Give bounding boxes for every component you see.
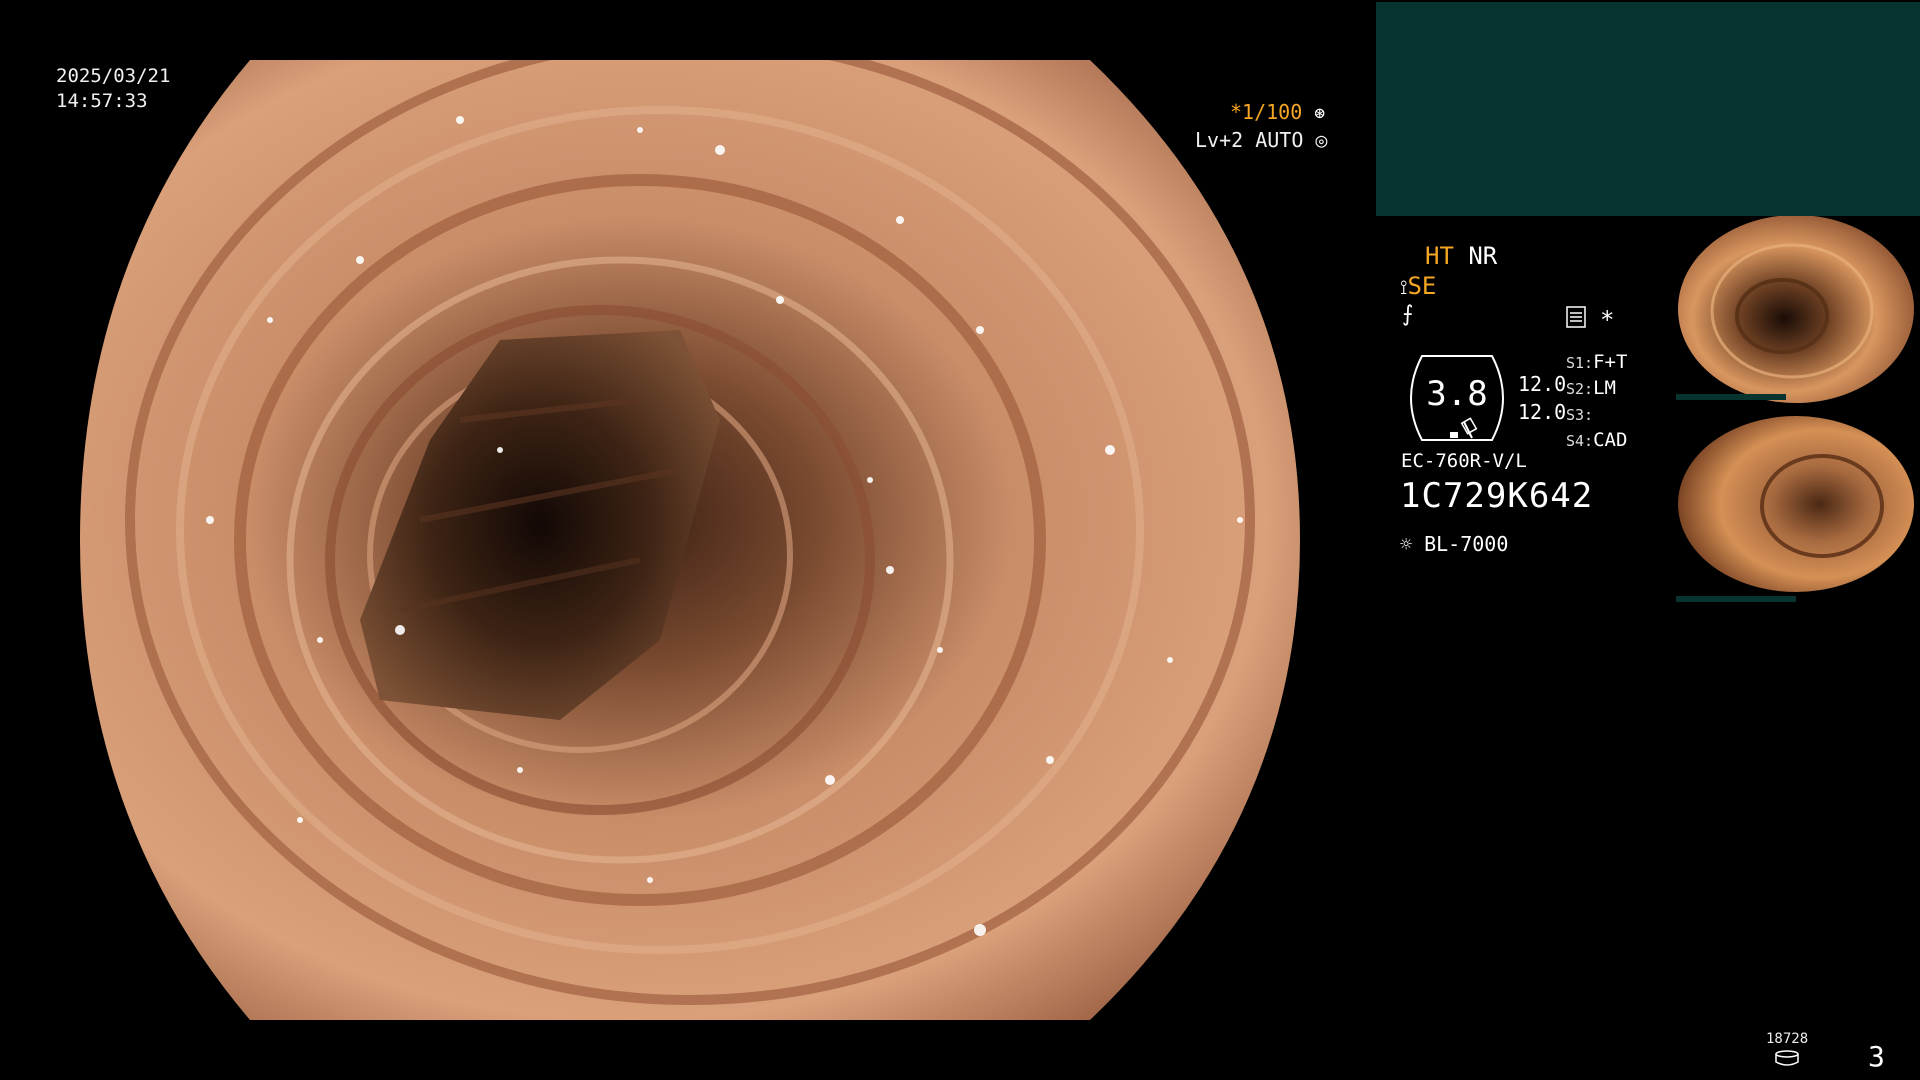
time-text: 14:57:33 <box>56 90 148 112</box>
freeze-icon: ⨍ <box>1402 302 1414 327</box>
timestamp: 2025/03/21 14:57:33 <box>56 64 170 114</box>
se-label: SE <box>1407 272 1437 300</box>
light-source-label: BL-7000 <box>1424 532 1509 556</box>
slot-2: S2:LM <box>1566 377 1616 399</box>
slot-3: S3: <box>1566 406 1594 424</box>
asterisk-marker: * <box>1600 306 1615 334</box>
shutter-speed: *1/100 ⊛ <box>1230 100 1325 124</box>
info-panel-background <box>1376 2 1920 216</box>
menu-card-icon <box>1566 306 1586 332</box>
gauge-value: 3.8 <box>1426 374 1488 414</box>
slot-1: S1:F+T <box>1566 351 1628 373</box>
nr-label: NR <box>1468 242 1498 270</box>
light-bulb-icon: ☼ <box>1400 532 1413 556</box>
page-number: 3 <box>1868 1040 1885 1073</box>
gauge-upper: 12.0 <box>1518 372 1567 396</box>
mode-se: ⟟SE <box>1400 272 1436 300</box>
shutter-text: *1/100 <box>1230 100 1303 124</box>
colon-lumen-image <box>80 60 1300 1020</box>
slot-4: S4:CAD <box>1566 429 1628 451</box>
image-counter: 18728 <box>1766 1031 1809 1047</box>
gauge-lower: 12.0 <box>1518 400 1567 424</box>
gauge-numbers: 12.0 12.0 <box>1518 370 1566 426</box>
scope-model: EC-760R-V/L <box>1401 450 1527 472</box>
light-source: ☼ BL-7000 <box>1400 532 1508 556</box>
disk-icon <box>1775 1050 1799 1066</box>
captured-thumbnail-1[interactable] <box>1672 216 1920 406</box>
level-text: Lv+2 AUTO <box>1195 128 1304 152</box>
mode-ht-nr: HT NR <box>1425 242 1497 270</box>
brightness-level: Lv+2 AUTO ◎ <box>1195 128 1327 152</box>
iris-icon: ◎ <box>1315 128 1328 152</box>
aperture-icon: ⊛ <box>1314 103 1326 124</box>
ht-label: HT <box>1425 242 1454 270</box>
date-text: 2025/03/21 <box>56 65 171 87</box>
scope-serial: 1C729K642 <box>1400 476 1594 516</box>
captured-thumbnail-2[interactable] <box>1672 416 1920 606</box>
endoscope-live-view: 2025/03/21 14:57:33 *1/100 ⊛ Lv+2 AUTO ◎ <box>0 0 1370 1080</box>
switch-slots: S1:F+T S2:LM S3: S4:CAD <box>1566 350 1627 454</box>
